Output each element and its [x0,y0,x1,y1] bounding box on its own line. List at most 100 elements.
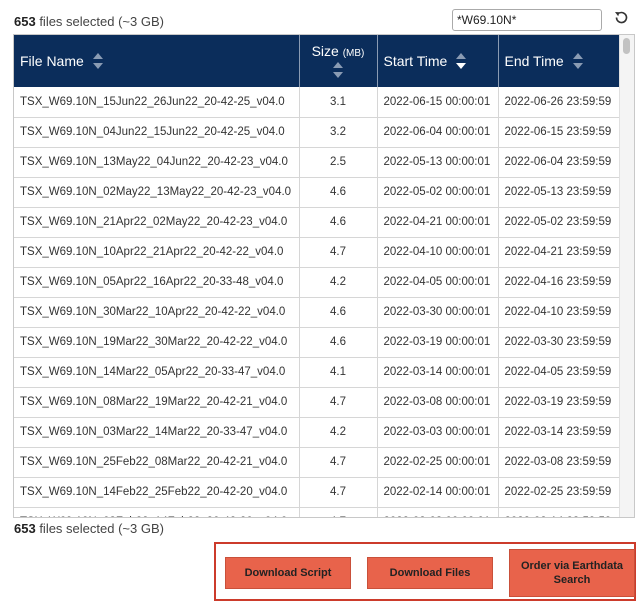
file-name-cell: TSX_W69.10N_14Mar22_05Apr22_20-33-47_v04… [14,357,300,388]
table-row[interactable]: TSX_W69.10N_21Apr22_02May22_20-42-23_v04… [14,207,621,238]
table-row[interactable]: TSX_W69.10N_14Mar22_05Apr22_20-33-47_v04… [14,357,621,388]
file-name-cell: TSX_W69.10N_14Feb22_25Feb22_20-42-20_v04… [14,477,300,508]
file-count: 653 [14,14,36,29]
column-header-end-time-label: End Time [504,53,564,69]
column-header-size[interactable]: Size (MB) [299,35,378,87]
end-time-cell: 2022-02-25 23:59:59 [498,477,621,508]
order-earthdata-search-button[interactable]: Order via Earthdata Search [509,549,635,597]
file-name-cell: TSX_W69.10N_10Apr22_21Apr22_20-42-22_v04… [14,237,300,268]
size-cell: 4.7 [299,507,378,517]
download-files-button[interactable]: Download Files [367,557,493,589]
file-name-cell: TSX_W69.10N_04Jun22_15Jun22_20-42-25_v04… [14,117,300,148]
column-header-file-name-label: File Name [20,53,84,69]
file-name-cell: TSX_W69.10N_03Mar22_14Mar22_20-33-47_v04… [14,417,300,448]
column-header-end-time[interactable]: End Time [498,35,621,87]
scrollbar-thumb[interactable] [623,38,630,54]
file-count-text: files selected (~3 GB) [35,521,164,536]
start-time-cell: 2022-05-13 00:00:01 [377,147,499,178]
table-row[interactable]: TSX_W69.10N_14Feb22_25Feb22_20-42-20_v04… [14,477,621,508]
filter-input[interactable] [452,9,602,31]
file-count-text: files selected (~3 GB) [35,14,164,29]
column-header-size-label: Size [311,43,339,59]
end-time-cell: 2022-03-19 23:59:59 [498,387,621,418]
table-row[interactable]: TSX_W69.10N_25Feb22_08Mar22_20-42-21_v04… [14,447,621,478]
column-header-start-time[interactable]: Start Time [377,35,499,87]
start-time-cell: 2022-03-03 00:00:01 [377,417,499,448]
start-time-cell: 2022-03-14 00:00:01 [377,357,499,388]
end-time-cell: 2022-03-30 23:59:59 [498,327,621,358]
size-cell: 3.1 [299,87,378,118]
size-cell: 4.2 [299,417,378,448]
size-cell: 4.7 [299,237,378,268]
table-row[interactable]: TSX_W69.10N_30Mar22_10Apr22_20-42-22_v04… [14,297,621,328]
start-time-cell: 2022-03-19 00:00:01 [377,327,499,358]
end-time-cell: 2022-03-14 23:59:59 [498,417,621,448]
start-time-cell: 2022-04-05 00:00:01 [377,267,499,298]
table-row[interactable]: TSX_W69.10N_04Jun22_15Jun22_20-42-25_v04… [14,117,621,148]
file-name-cell: TSX_W69.10N_25Feb22_08Mar22_20-42-21_v04… [14,447,300,478]
size-cell: 4.6 [299,207,378,238]
file-name-cell: TSX_W69.10N_30Mar22_10Apr22_20-42-22_v04… [14,297,300,328]
file-name-cell: TSX_W69.10N_05Apr22_16Apr22_20-33-48_v04… [14,267,300,298]
size-cell: 4.2 [299,267,378,298]
file-name-cell: TSX_W69.10N_08Mar22_19Mar22_20-42-21_v04… [14,387,300,418]
column-header-file-name[interactable]: File Name [14,35,300,87]
sort-icon[interactable] [92,52,104,70]
size-cell: 4.7 [299,477,378,508]
sort-desc-icon[interactable] [455,52,467,70]
size-cell: 4.6 [299,177,378,208]
file-count: 653 [14,521,36,536]
start-time-cell: 2022-04-21 00:00:01 [377,207,499,238]
end-time-cell: 2022-05-02 23:59:59 [498,207,621,238]
table-header-row: File Name Size (MB) Start Time End Time [14,35,621,87]
table-row[interactable]: TSX_W69.10N_03Feb22_14Feb22_20-42-20_v04… [14,507,621,517]
file-name-cell: TSX_W69.10N_21Apr22_02May22_20-42-23_v04… [14,207,300,238]
selection-summary-bottom: 653 files selected (~3 GB) [14,521,164,536]
table-scrollbar[interactable] [619,35,634,517]
table-row[interactable]: TSX_W69.10N_05Apr22_16Apr22_20-33-48_v04… [14,267,621,298]
end-time-cell: 2022-06-04 23:59:59 [498,147,621,178]
reset-icon[interactable] [612,9,630,27]
start-time-cell: 2022-06-15 00:00:01 [377,87,499,118]
files-table-container: File Name Size (MB) Start Time End Time … [13,34,635,518]
start-time-cell: 2022-02-14 00:00:01 [377,477,499,508]
end-time-cell: 2022-05-13 23:59:59 [498,177,621,208]
download-script-button[interactable]: Download Script [225,557,351,589]
start-time-cell: 2022-04-10 00:00:01 [377,237,499,268]
start-time-cell: 2022-02-25 00:00:01 [377,447,499,478]
start-time-cell: 2022-03-30 00:00:01 [377,297,499,328]
start-time-cell: 2022-03-08 00:00:01 [377,387,499,418]
table-row[interactable]: TSX_W69.10N_13May22_04Jun22_20-42-23_v04… [14,147,621,178]
start-time-cell: 2022-06-04 00:00:01 [377,117,499,148]
size-cell: 2.5 [299,147,378,178]
size-cell: 4.1 [299,357,378,388]
file-name-cell: TSX_W69.10N_15Jun22_26Jun22_20-42-25_v04… [14,87,300,118]
sort-icon[interactable] [332,61,344,79]
end-time-cell: 2022-02-14 23:59:59 [498,507,621,517]
file-name-cell: TSX_W69.10N_19Mar22_30Mar22_20-42-22_v04… [14,327,300,358]
file-name-cell: TSX_W69.10N_13May22_04Jun22_20-42-23_v04… [14,147,300,178]
size-cell: 4.7 [299,387,378,418]
table-body: TSX_W69.10N_15Jun22_26Jun22_20-42-25_v04… [14,87,621,517]
start-time-cell: 2022-02-03 00:00:01 [377,507,499,517]
download-actions-panel: Download Script Download Files Order via… [214,542,636,601]
end-time-cell: 2022-04-16 23:59:59 [498,267,621,298]
file-name-cell: TSX_W69.10N_02May22_13May22_20-42-23_v04… [14,177,300,208]
column-header-size-unit: (MB) [342,48,365,59]
table-row[interactable]: TSX_W69.10N_08Mar22_19Mar22_20-42-21_v04… [14,387,621,418]
table-row[interactable]: TSX_W69.10N_02May22_13May22_20-42-23_v04… [14,177,621,208]
sort-icon[interactable] [572,52,584,70]
table-row[interactable]: TSX_W69.10N_19Mar22_30Mar22_20-42-22_v04… [14,327,621,358]
file-name-cell: TSX_W69.10N_03Feb22_14Feb22_20-42-20_v04… [14,507,300,517]
files-table: File Name Size (MB) Start Time End Time … [14,35,621,517]
table-row[interactable]: TSX_W69.10N_10Apr22_21Apr22_20-42-22_v04… [14,237,621,268]
table-row[interactable]: TSX_W69.10N_15Jun22_26Jun22_20-42-25_v04… [14,87,621,118]
end-time-cell: 2022-04-10 23:59:59 [498,297,621,328]
table-row[interactable]: TSX_W69.10N_03Mar22_14Mar22_20-33-47_v04… [14,417,621,448]
start-time-cell: 2022-05-02 00:00:01 [377,177,499,208]
end-time-cell: 2022-03-08 23:59:59 [498,447,621,478]
end-time-cell: 2022-04-21 23:59:59 [498,237,621,268]
size-cell: 4.6 [299,297,378,328]
end-time-cell: 2022-04-05 23:59:59 [498,357,621,388]
size-cell: 4.7 [299,447,378,478]
